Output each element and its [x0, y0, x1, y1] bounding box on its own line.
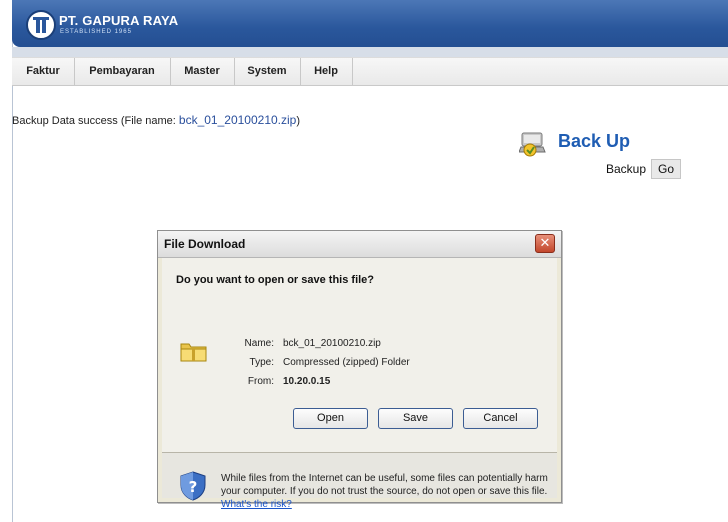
from-value: 10.20.0.15 — [283, 376, 331, 387]
shield-icon: ? — [180, 471, 206, 501]
nav-item-help[interactable]: Help — [300, 58, 353, 85]
folder-icon — [180, 343, 207, 362]
cancel-button[interactable]: Cancel — [463, 408, 538, 429]
type-label: Type: — [249, 357, 274, 368]
main-nav: Faktur Pembayaran Master System Help — [12, 57, 728, 86]
warning-text: While files from the Internet can be use… — [221, 472, 551, 511]
from-label: From: — [247, 376, 274, 387]
name-value: bck_01_20100210.zip — [283, 338, 381, 349]
whats-the-risk-link[interactable]: What's the risk? — [221, 499, 292, 510]
file-download-dialog: File Download ✕ Do you want to open or s… — [157, 230, 562, 510]
nav-item-pembayaran[interactable]: Pembayaran — [74, 58, 171, 85]
open-button[interactable]: Open — [293, 408, 368, 429]
nav-item-master[interactable]: Master — [170, 58, 235, 85]
header-strip — [12, 47, 728, 57]
warning-message: While files from the Internet can be use… — [221, 473, 548, 497]
nav-item-system[interactable]: System — [234, 58, 301, 85]
name-label: Name: — [244, 338, 274, 349]
dialog-titlebar[interactable]: File Download ✕ — [158, 231, 561, 258]
save-button[interactable]: Save — [378, 408, 453, 429]
close-button[interactable]: ✕ — [535, 234, 555, 253]
svg-text:?: ? — [189, 478, 198, 496]
dialog-title: File Download — [164, 237, 246, 251]
backup-filename: bck_01_20100210.zip — [178, 113, 297, 127]
backup-label: Backup — [606, 162, 647, 176]
dialog-question: Do you want to open or save this file? — [176, 274, 375, 286]
status-suffix: ) — [296, 115, 301, 127]
brand-name: PT. GAPURA RAYA — [59, 13, 179, 28]
go-button[interactable]: Go — [651, 159, 681, 179]
backup-icon — [519, 132, 546, 157]
status-prefix: Backup Data success (File name: — [12, 115, 179, 127]
nav-item-faktur[interactable]: Faktur — [12, 58, 75, 85]
page-title: Back Up — [558, 131, 631, 151]
app-header: PT. GAPURA RAYA ESTABLISHED 1965 — [12, 0, 728, 47]
backup-status-message: Backup Data success (File name: bck_01_2… — [12, 113, 300, 127]
dialog-body: Do you want to open or save this file? N… — [162, 258, 557, 510]
brand-logo — [26, 10, 56, 40]
type-value: Compressed (zipped) Folder — [283, 357, 410, 368]
brand-subtitle: ESTABLISHED 1965 — [60, 29, 132, 35]
